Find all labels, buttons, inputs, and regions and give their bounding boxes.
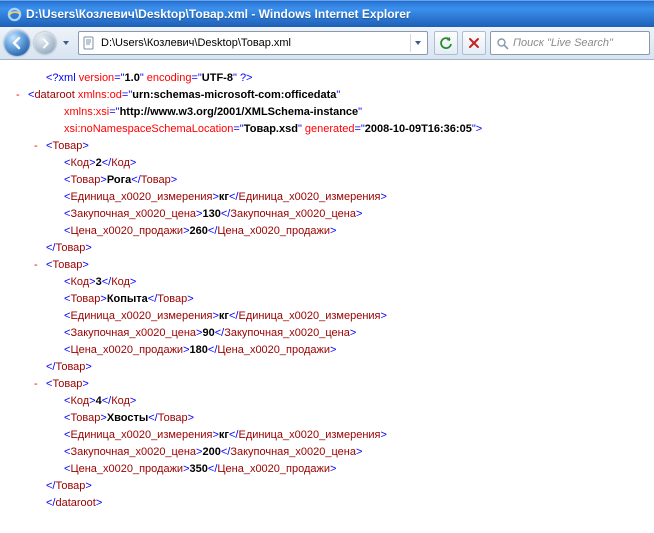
collapse-toggle[interactable]: -	[34, 138, 38, 155]
item-code: <Код>3</Код>	[28, 274, 654, 291]
window-title: D:\Users\Козлевич\Desktop\Товар.xml - Wi…	[26, 7, 411, 21]
item-close: </Товар>	[28, 478, 654, 495]
item-name: <Товар>Копыта</Товар>	[28, 291, 654, 308]
address-dropdown[interactable]	[410, 34, 425, 52]
item-name: <Товар>Хвосты</Товар>	[28, 410, 654, 427]
address-text: D:\Users\Козлевич\Desktop\Товар.xml	[101, 37, 406, 49]
item-name: <Товар>Рога</Товар>	[28, 172, 654, 189]
collapse-toggle[interactable]: -	[34, 376, 38, 393]
root-close: </dataroot>	[28, 495, 654, 512]
item-close: </Товар>	[28, 359, 654, 376]
search-icon	[495, 36, 509, 50]
back-button[interactable]	[4, 30, 30, 56]
page-icon	[81, 35, 97, 51]
item-code: <Код>4</Код>	[28, 393, 654, 410]
item-close: </Товар>	[28, 240, 654, 257]
item-open: -<Товар>	[28, 257, 654, 274]
stop-button[interactable]	[462, 31, 486, 55]
item-code: <Код>2</Код>	[28, 155, 654, 172]
xml-document-view: <?xml version="1.0" encoding="UTF-8" ?> …	[0, 60, 654, 533]
search-bar[interactable]: Поиск "Live Search"	[490, 31, 650, 55]
refresh-button[interactable]	[434, 31, 458, 55]
nav-history-dropdown[interactable]	[60, 30, 72, 56]
address-bar[interactable]: D:\Users\Козлевич\Desktop\Товар.xml	[78, 31, 428, 55]
item-unit: <Единица_x0020_измерения>кг</Единица_x00…	[28, 427, 654, 444]
toolbar: D:\Users\Козлевич\Desktop\Товар.xml Поис…	[0, 27, 654, 60]
search-placeholder: Поиск "Live Search"	[513, 37, 645, 49]
item-sell: <Цена_x0020_продажи>260</Цена_x0020_прод…	[28, 223, 654, 240]
item-unit: <Единица_x0020_измерения>кг</Единица_x00…	[28, 189, 654, 206]
ie-icon	[6, 6, 22, 22]
collapse-toggle[interactable]: -	[34, 257, 38, 274]
item-buy: <Закупочная_x0020_цена>130</Закупочная_x…	[28, 206, 654, 223]
item-buy: <Закупочная_x0020_цена>90</Закупочная_x0…	[28, 325, 654, 342]
root-attr-loc: xsi:noNamespaceSchemaLocation="Товар.xsd…	[28, 121, 654, 138]
item-buy: <Закупочная_x0020_цена>200</Закупочная_x…	[28, 444, 654, 461]
item-open: -<Товар>	[28, 376, 654, 393]
forward-button[interactable]	[34, 32, 56, 54]
item-unit: <Единица_x0020_измерения>кг</Единица_x00…	[28, 308, 654, 325]
item-sell: <Цена_x0020_продажи>180</Цена_x0020_прод…	[28, 342, 654, 359]
root-attr-xsi: xmlns:xsi="http://www.w3.org/2001/XMLSch…	[28, 104, 654, 121]
root-open: - <dataroot xmlns:od="urn:schemas-micros…	[28, 87, 654, 104]
window-titlebar: D:\Users\Козлевич\Desktop\Товар.xml - Wi…	[0, 0, 654, 27]
item-sell: <Цена_x0020_продажи>350</Цена_x0020_прод…	[28, 461, 654, 478]
collapse-toggle[interactable]: -	[16, 87, 20, 104]
xml-declaration: <?xml version="1.0" encoding="UTF-8" ?>	[28, 70, 654, 87]
item-open: -<Товар>	[28, 138, 654, 155]
